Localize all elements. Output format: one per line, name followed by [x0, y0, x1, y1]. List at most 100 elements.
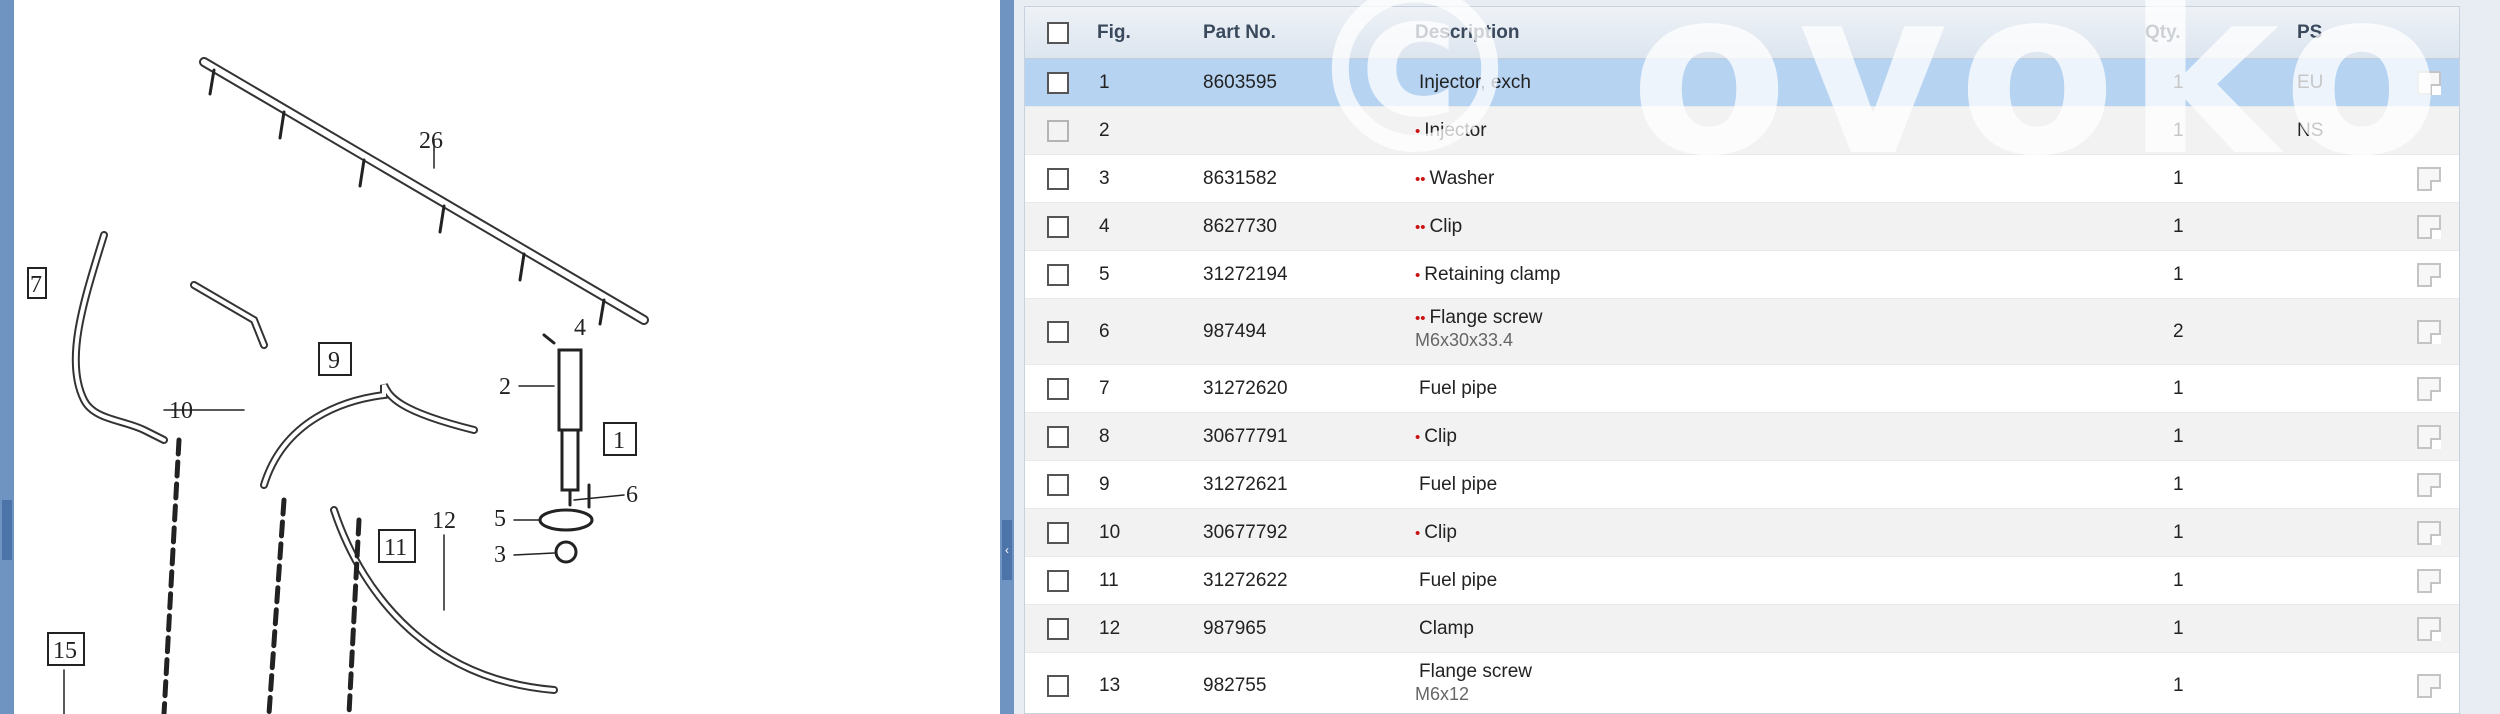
qty-cell: 1: [2173, 426, 2184, 447]
select-all-checkbox[interactable]: [1047, 22, 1069, 44]
qty-cell: 1: [2173, 378, 2184, 399]
table-row[interactable]: 3 8631582 1 •• Washer: [1025, 155, 2459, 203]
parts-catalog-window: 26 7 4 2 1 9 10 6 5 3 12 11 15 ‹ Fig. Pa…: [0, 0, 2500, 714]
note-icon[interactable]: [2417, 521, 2441, 545]
panel-splitter[interactable]: ‹: [1000, 0, 1014, 714]
row-checkbox[interactable]: [1047, 474, 1069, 496]
qty-cell: 1: [2173, 120, 2184, 141]
note-icon[interactable]: [2417, 320, 2441, 344]
qty-cell: 1: [2173, 522, 2184, 543]
part-no-cell: 987965: [1203, 618, 1267, 639]
collapse-arrow-icon[interactable]: ‹: [1002, 520, 1012, 580]
row-checkbox[interactable]: [1047, 675, 1069, 697]
qty-cell: 1: [2173, 570, 2184, 591]
note-icon[interactable]: [2417, 617, 2441, 641]
qty-cell: 1: [2173, 168, 2184, 189]
row-checkbox[interactable]: [1047, 570, 1069, 592]
table-row[interactable]: 10 30677792 1 • Clip: [1025, 509, 2459, 557]
svg-text:9: 9: [328, 348, 340, 374]
row-checkbox[interactable]: [1047, 216, 1069, 238]
description-cell: •• Clip: [1415, 216, 1462, 238]
col-header-description[interactable]: Description: [1415, 7, 1520, 59]
note-icon[interactable]: [2417, 377, 2441, 401]
fig-cell: 1: [1099, 72, 1110, 93]
part-no-cell: 987494: [1203, 321, 1267, 342]
description-text: Clip: [1429, 216, 1463, 237]
table-row[interactable]: 11 31272622 1 Fuel pipe: [1025, 557, 2459, 605]
description-cell: Flange screw M6x12: [1415, 661, 1532, 705]
fig-cell: 12: [1099, 618, 1121, 639]
note-icon[interactable]: [2417, 569, 2441, 593]
row-checkbox[interactable]: [1047, 168, 1069, 190]
table-row[interactable]: 8 30677791 1 • Clip: [1025, 413, 2459, 461]
fig-cell: 9: [1099, 474, 1110, 495]
svg-text:2: 2: [499, 374, 511, 400]
row-checkbox[interactable]: [1047, 378, 1069, 400]
row-checkbox[interactable]: [1047, 321, 1069, 343]
qty-cell: 1: [2173, 216, 2184, 237]
svg-text:3: 3: [494, 542, 506, 568]
row-checkbox[interactable]: [1047, 120, 1069, 142]
fig-cell: 8: [1099, 426, 1110, 447]
note-icon[interactable]: [2417, 167, 2441, 191]
fig-cell: 2: [1099, 120, 1110, 141]
note-icon[interactable]: [2417, 215, 2441, 239]
hierarchy-bullets: ••: [1415, 310, 1426, 327]
part-no-cell: 982755: [1203, 675, 1267, 696]
note-icon[interactable]: [2417, 71, 2441, 95]
note-icon[interactable]: [2417, 473, 2441, 497]
table-row[interactable]: 5 31272194 1 • Retaining clamp: [1025, 251, 2459, 299]
table-row[interactable]: 9 31272621 1 Fuel pipe: [1025, 461, 2459, 509]
description-text: Flange screw: [1429, 307, 1543, 328]
qty-cell: 1: [2173, 264, 2184, 285]
description-cell: Fuel pipe: [1415, 474, 1497, 496]
col-header-ps[interactable]: PS: [2297, 7, 2322, 59]
part-no-cell: 30677792: [1203, 522, 1288, 543]
note-icon[interactable]: [2417, 263, 2441, 287]
description-text: Injector: [1424, 120, 1487, 141]
table-row[interactable]: 6 987494 2 •• Flange screw M6x30x33.4: [1025, 299, 2459, 365]
table-header: Fig. Part No. Description Qty. PS: [1025, 7, 2459, 59]
col-header-fig[interactable]: Fig.: [1097, 7, 1131, 59]
table-row[interactable]: 4 8627730 1 •• Clip: [1025, 203, 2459, 251]
fig-cell: 11: [1099, 570, 1119, 591]
description-subtext: M6x12: [1415, 684, 1470, 704]
svg-text:15: 15: [53, 638, 77, 664]
note-icon[interactable]: [2417, 425, 2441, 449]
note-icon[interactable]: [2417, 674, 2441, 698]
col-header-qty[interactable]: Qty.: [2145, 7, 2181, 59]
description-cell: Clamp: [1415, 618, 1474, 640]
description-text: Injector, exch: [1419, 72, 1531, 93]
fig-cell: 7: [1099, 378, 1110, 399]
row-checkbox[interactable]: [1047, 264, 1069, 286]
description-text: Clamp: [1419, 618, 1474, 639]
part-no-cell: 8627730: [1203, 216, 1277, 237]
left-panel-edge[interactable]: [0, 0, 14, 714]
row-checkbox[interactable]: [1047, 522, 1069, 544]
row-checkbox[interactable]: [1047, 618, 1069, 640]
qty-cell: 1: [2173, 72, 2184, 93]
description-text: Washer: [1429, 168, 1495, 189]
table-row[interactable]: 13 982755 1 Flange screw M6x12: [1025, 653, 2459, 713]
table-row[interactable]: 1 8603595 1 EU Injector, exch: [1025, 59, 2459, 107]
table-row[interactable]: 7 31272620 1 Fuel pipe: [1025, 365, 2459, 413]
col-header-part-no[interactable]: Part No.: [1203, 7, 1276, 59]
qty-cell: 2: [2173, 321, 2184, 342]
svg-text:12: 12: [432, 508, 456, 534]
part-no-cell: 31272194: [1203, 264, 1288, 285]
description-text: Fuel pipe: [1419, 474, 1498, 495]
left-collapse-handle[interactable]: [2, 500, 12, 560]
svg-text:5: 5: [494, 506, 506, 532]
svg-text:11: 11: [384, 535, 407, 561]
row-checkbox[interactable]: [1047, 72, 1069, 94]
ps-cell: NS: [2297, 120, 2324, 141]
svg-text:7: 7: [30, 272, 42, 298]
table-row[interactable]: 2 1 NS • Injector: [1025, 107, 2459, 155]
fig-cell: 10: [1099, 522, 1121, 543]
row-checkbox[interactable]: [1047, 426, 1069, 448]
hierarchy-bullets: ••: [1415, 219, 1426, 236]
part-no-cell: 31272621: [1203, 474, 1288, 495]
vertical-scrollbar[interactable]: [2460, 0, 2500, 714]
description-text: Retaining clamp: [1424, 264, 1561, 285]
table-row[interactable]: 12 987965 1 Clamp: [1025, 605, 2459, 653]
